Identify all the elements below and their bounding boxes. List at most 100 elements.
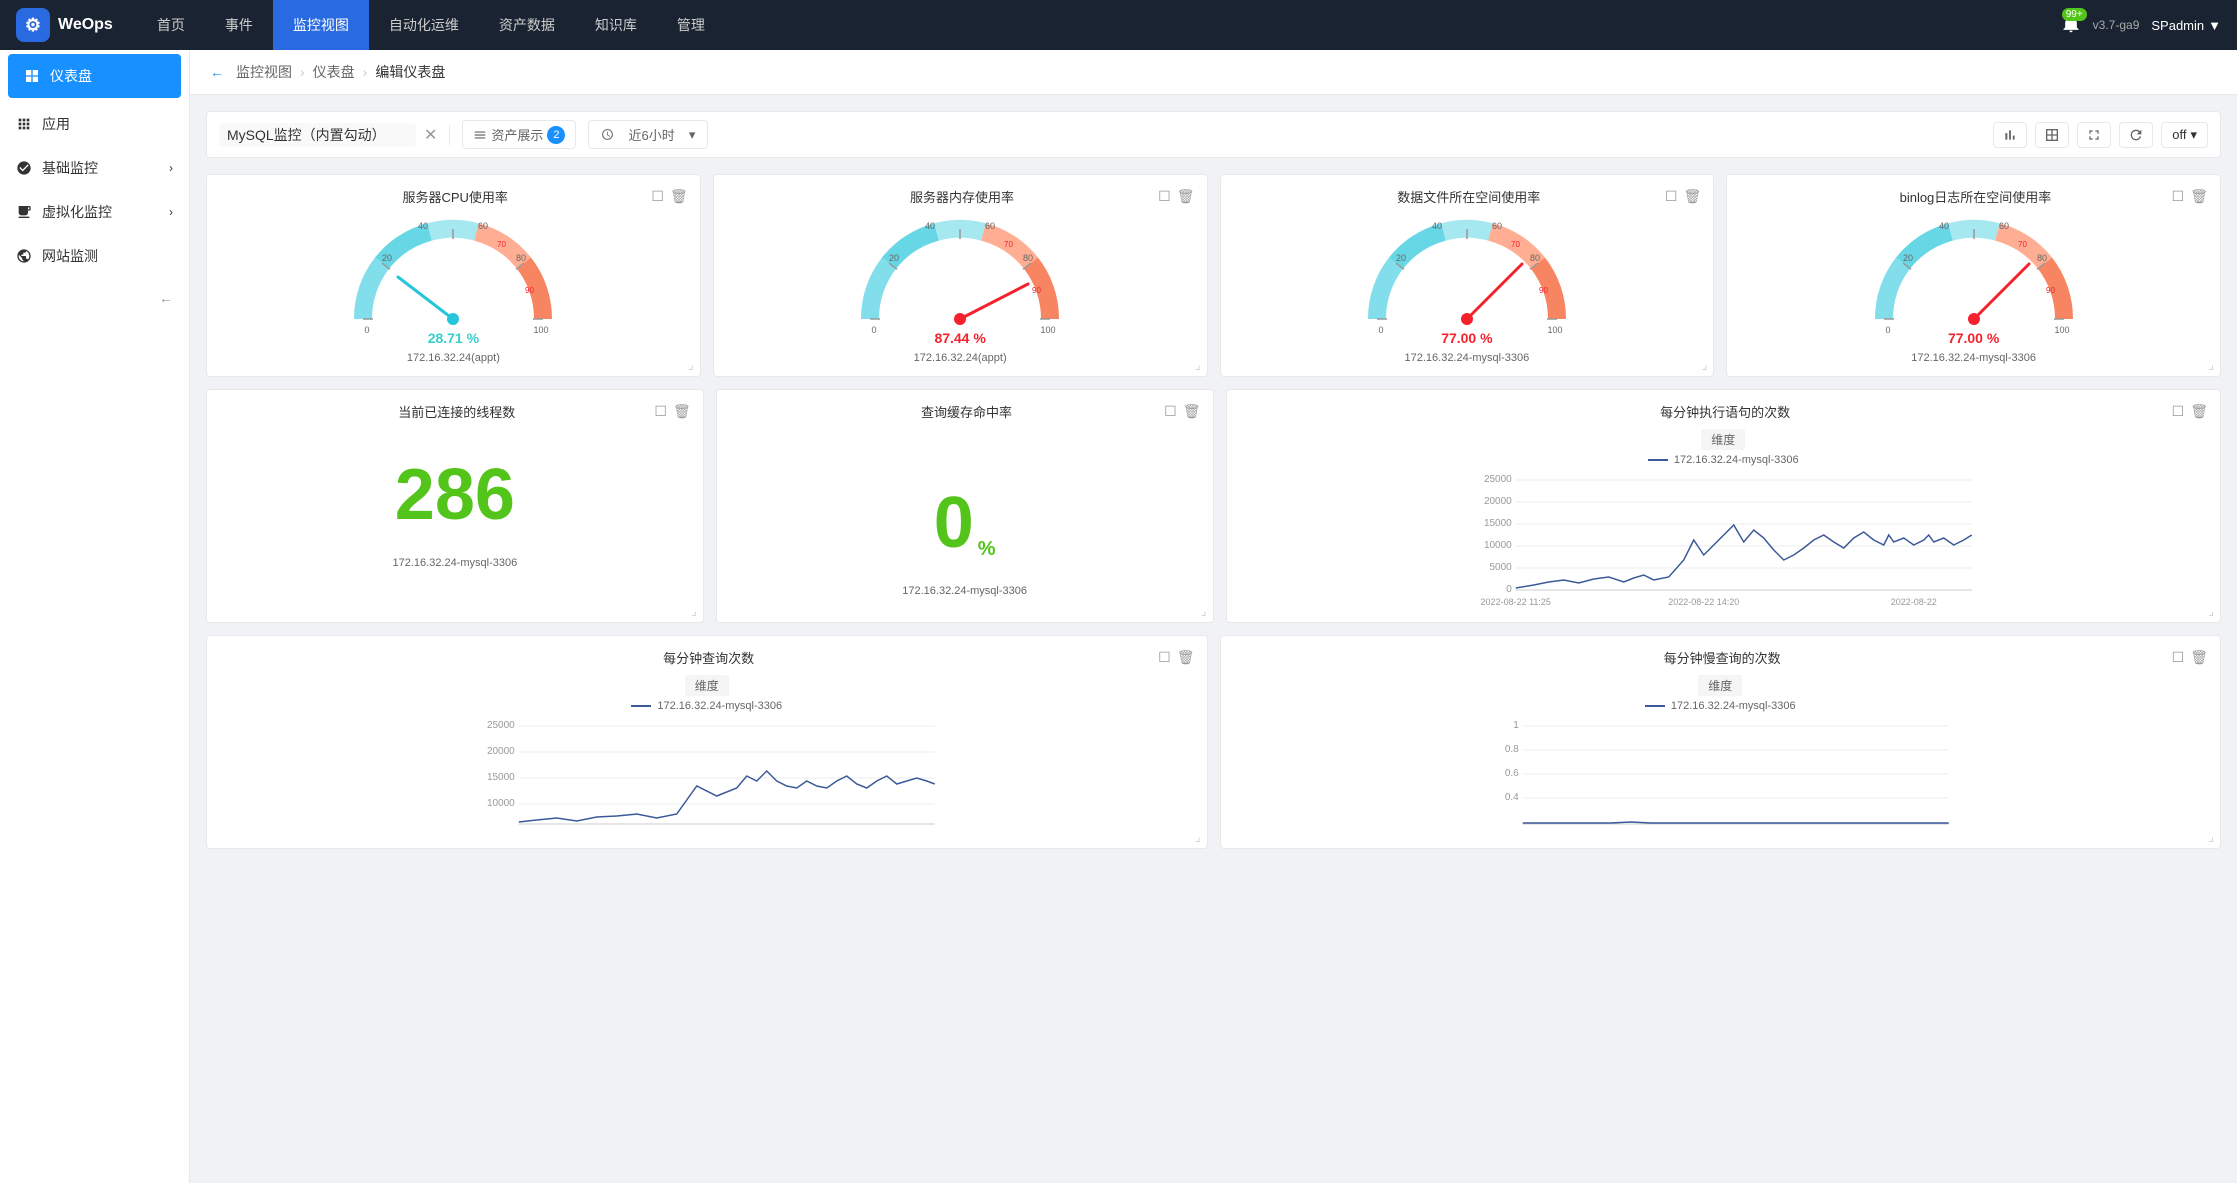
svg-text:80: 80 [516,253,526,263]
widget-memory-usage: 服务器内存使用率 ☐ 🗑 [713,174,1208,377]
main-content: ← 监控视图 › 仪表盘 › 编辑仪表盘 ✕ 资产展示 2 [190,50,2237,1183]
delete-binlog-btn[interactable]: 🗑 [2190,188,2208,205]
widget-row-2: 当前已连接的线程数 ☐ 🗑 286 172.16.32.24-mysql-330… [206,389,2221,623]
widget-cpu-title: 服务器CPU使用率 [259,187,651,206]
user-menu[interactable]: SPadmin ▼ [2151,18,2221,33]
time-range-selector[interactable]: 近6小时 ▾ [588,120,708,149]
edit-data-btn[interactable]: ☐ [1665,188,1678,205]
notification-badge: 99+ [2062,8,2087,21]
off-selector[interactable]: off ▾ [2161,122,2208,148]
table-view-btn[interactable] [2035,122,2069,148]
widget-row-3: 每分钟查询次数 ☐ 🗑 维度 172.16.32.24-mysql-3306 [206,635,2221,849]
nav-knowledge[interactable]: 知识库 [575,0,657,50]
fullscreen-btn[interactable] [2077,122,2111,148]
edit-memory-btn[interactable]: ☐ [1158,188,1171,205]
widget-slow-content: 维度 172.16.32.24-mysql-3306 1 0.8 0.6 0.4 [1233,675,2209,836]
edit-cache-btn[interactable]: ☐ [1164,403,1177,420]
cache-server: 172.16.32.24-mysql-3306 [729,585,1201,597]
nav-monitor-view[interactable]: 监控视图 [273,0,369,50]
sidebar-item-apps[interactable]: 应用 [0,102,189,146]
widget-threads-content: 286 172.16.32.24-mysql-3306 [219,429,691,579]
nav-management[interactable]: 管理 [657,0,725,50]
apps-icon [16,116,32,132]
top-nav: ⚙ WeOps 首页 事件 监控视图 自动化运维 资产数据 知识库 管理 99+… [0,0,2237,50]
breadcrumb-monitor-view[interactable]: 监控视图 [236,62,292,82]
nav-right: 99+ v3.7-ga9 SPadmin ▼ [2061,14,2221,37]
bar-chart-btn[interactable] [1993,122,2027,148]
svg-text:90: 90 [525,286,534,295]
edit-threads-btn[interactable]: ☐ [654,403,667,420]
svg-text:0.4: 0.4 [1504,792,1518,803]
nav-automation[interactable]: 自动化运维 [369,0,479,50]
gauge-memory-value: 87.44 % [934,330,985,346]
sidebar-item-website-monitor[interactable]: 网站监测 [0,234,189,278]
asset-count-badge: 2 [547,126,565,144]
widget-cpu-content: 0 20 40 60 80 100 70 90 [219,214,688,364]
svg-text:60: 60 [985,221,995,231]
svg-text:0: 0 [365,325,370,334]
nav-assets[interactable]: 资产数据 [479,0,575,50]
delete-threads-btn[interactable]: 🗑 [673,403,691,420]
svg-text:70: 70 [497,240,506,249]
sidebar-item-basic-monitor[interactable]: 基础监控 › [0,146,189,190]
widget-threads-header: 当前已连接的线程数 ☐ 🗑 [219,402,691,421]
widget-queries: 每分钟查询次数 ☐ 🗑 维度 172.16.32.24-mysql-3306 [206,635,1208,849]
widget-queries-actions: ☐ 🗑 [1158,649,1194,666]
svg-text:15000: 15000 [1483,518,1511,529]
delete-data-btn[interactable]: 🗑 [1683,188,1701,205]
sidebar-virtual-monitor-label: 虚拟化监控 [42,202,159,222]
sidebar-collapse-btn[interactable]: ← [0,278,189,318]
edit-queries-btn[interactable]: ☐ [1158,649,1171,666]
website-icon [16,248,32,264]
refresh-btn[interactable] [2119,122,2153,148]
app-logo[interactable]: ⚙ WeOps [16,8,113,42]
clear-dashboard-name-btn[interactable]: ✕ [424,125,437,145]
widget-data-title: 数据文件所在空间使用率 [1273,187,1665,206]
delete-cache-btn[interactable]: 🗑 [1183,403,1201,420]
svg-text:20: 20 [1903,253,1913,263]
sidebar-basic-monitor-label: 基础监控 [42,158,159,178]
widget-row-1: 服务器CPU使用率 ☐ 🗑 [206,174,2221,377]
widget-threads-actions: ☐ 🗑 [654,403,690,420]
svg-text:20000: 20000 [487,746,515,757]
edit-binlog-btn[interactable]: ☐ [2172,188,2185,205]
delete-statements-btn[interactable]: 🗑 [2190,403,2208,420]
sidebar-website-monitor-label: 网站监测 [42,246,173,266]
sidebar: 仪表盘 应用 基础监控 › 虚拟化监控 › 网站监测 [0,50,190,1183]
widget-data-content: 0 20 40 60 80 100 70 90 [1233,214,1702,364]
sidebar-item-virtual-monitor[interactable]: 虚拟化监控 › [0,190,189,234]
svg-text:90: 90 [2046,286,2055,295]
notification-button[interactable]: 99+ [2061,14,2081,37]
toolbar: ✕ 资产展示 2 近6小时 ▾ [206,111,2221,158]
back-button[interactable]: ← [210,64,224,80]
svg-text:70: 70 [1004,240,1013,249]
svg-text:20000: 20000 [1483,496,1511,507]
widget-queries-title: 每分钟查询次数 [259,648,1158,667]
nav-events[interactable]: 事件 [205,0,273,50]
svg-text:70: 70 [2018,240,2027,249]
threads-value: 286 [395,439,515,551]
widget-statements-title: 每分钟执行语句的次数 [1279,402,2172,421]
edit-slow-btn[interactable]: ☐ [2172,649,2185,666]
widget-cache-content: 0 % [729,429,1201,579]
delete-widget-btn[interactable]: 🗑 [670,188,688,205]
nav-home[interactable]: 首页 [137,0,205,50]
queries-chart: 25000 20000 15000 10000 [219,716,1195,836]
breadcrumb-dashboard[interactable]: 仪表盘 [313,62,355,82]
asset-display-button[interactable]: 资产展示 2 [462,120,576,149]
widget-cpu-header: 服务器CPU使用率 ☐ 🗑 [219,187,688,206]
delete-queries-btn[interactable]: 🗑 [1177,649,1195,666]
delete-memory-btn[interactable]: 🗑 [1177,188,1195,205]
widget-data-space: 数据文件所在空间使用率 ☐ 🗑 [1220,174,1715,377]
sidebar-item-dashboard[interactable]: 仪表盘 [8,54,181,98]
widget-statements-content: 维度 172.16.32.24-mysql-3306 25000 20000 1… [1239,429,2209,610]
widget-binlog-actions: ☐ 🗑 [2172,188,2208,205]
legend-line-1 [1648,459,1668,461]
edit-widget-btn[interactable]: ☐ [651,188,664,205]
delete-slow-btn[interactable]: 🗑 [2190,649,2208,666]
dashboard-name-input[interactable] [219,123,416,147]
edit-statements-btn[interactable]: ☐ [2172,403,2185,420]
svg-text:0: 0 [1378,325,1383,334]
svg-text:80: 80 [1530,253,1540,263]
dashboard-icon [24,68,40,84]
